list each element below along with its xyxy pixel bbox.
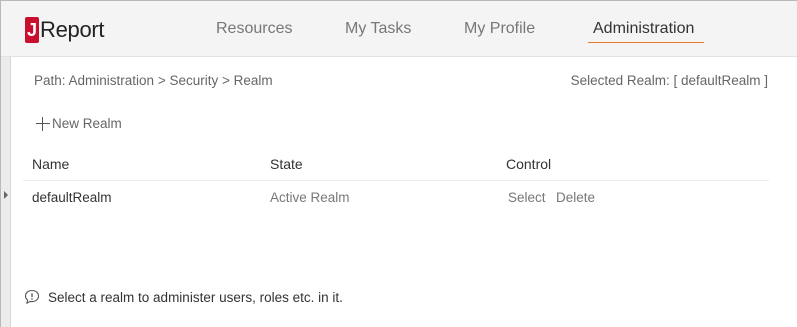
- nav-my-profile[interactable]: My Profile: [464, 20, 535, 38]
- info-bubble-icon: [24, 289, 40, 305]
- plus-icon: [36, 116, 50, 131]
- app-window: J Report Resources My Tasks My Profile A…: [0, 0, 797, 327]
- table-header: Name State Control: [23, 149, 769, 181]
- selected-realm-label: Selected Realm: [ defaultRealm ]: [570, 73, 768, 88]
- realm-table: Name State Control defaultRealm Active R…: [23, 149, 769, 211]
- delete-realm-link[interactable]: Delete: [556, 190, 595, 205]
- help-tip: Select a realm to administer users, role…: [24, 289, 343, 305]
- column-header-control: Control: [506, 156, 552, 172]
- column-header-state: State: [270, 156, 303, 172]
- column-header-name: Name: [32, 156, 70, 172]
- logo-mark: J: [25, 17, 39, 43]
- breadcrumb: Path: Administration > Security > Realm: [34, 73, 273, 88]
- top-header: J Report Resources My Tasks My Profile A…: [1, 1, 797, 57]
- active-tab-underline: [588, 42, 704, 43]
- jreport-logo[interactable]: J Report: [25, 17, 105, 43]
- select-realm-link[interactable]: Select: [508, 190, 546, 205]
- realm-panel: Path: Administration > Security > Realm …: [11, 57, 797, 327]
- logo-text: Report: [40, 17, 105, 42]
- help-tip-text: Select a realm to administer users, role…: [48, 289, 343, 305]
- chevron-right-icon: [4, 191, 8, 199]
- nav-my-tasks[interactable]: My Tasks: [345, 20, 411, 38]
- nav-resources[interactable]: Resources: [216, 20, 292, 38]
- table-row: defaultRealm Active Realm Select Delete: [23, 181, 769, 211]
- nav-administration[interactable]: Administration: [593, 20, 694, 38]
- sidebar-expand-handle[interactable]: [1, 57, 11, 327]
- realm-name: defaultRealm: [32, 190, 112, 205]
- new-realm-label: New Realm: [52, 116, 122, 131]
- new-realm-button[interactable]: New Realm: [36, 116, 122, 131]
- realm-state: Active Realm: [270, 190, 350, 205]
